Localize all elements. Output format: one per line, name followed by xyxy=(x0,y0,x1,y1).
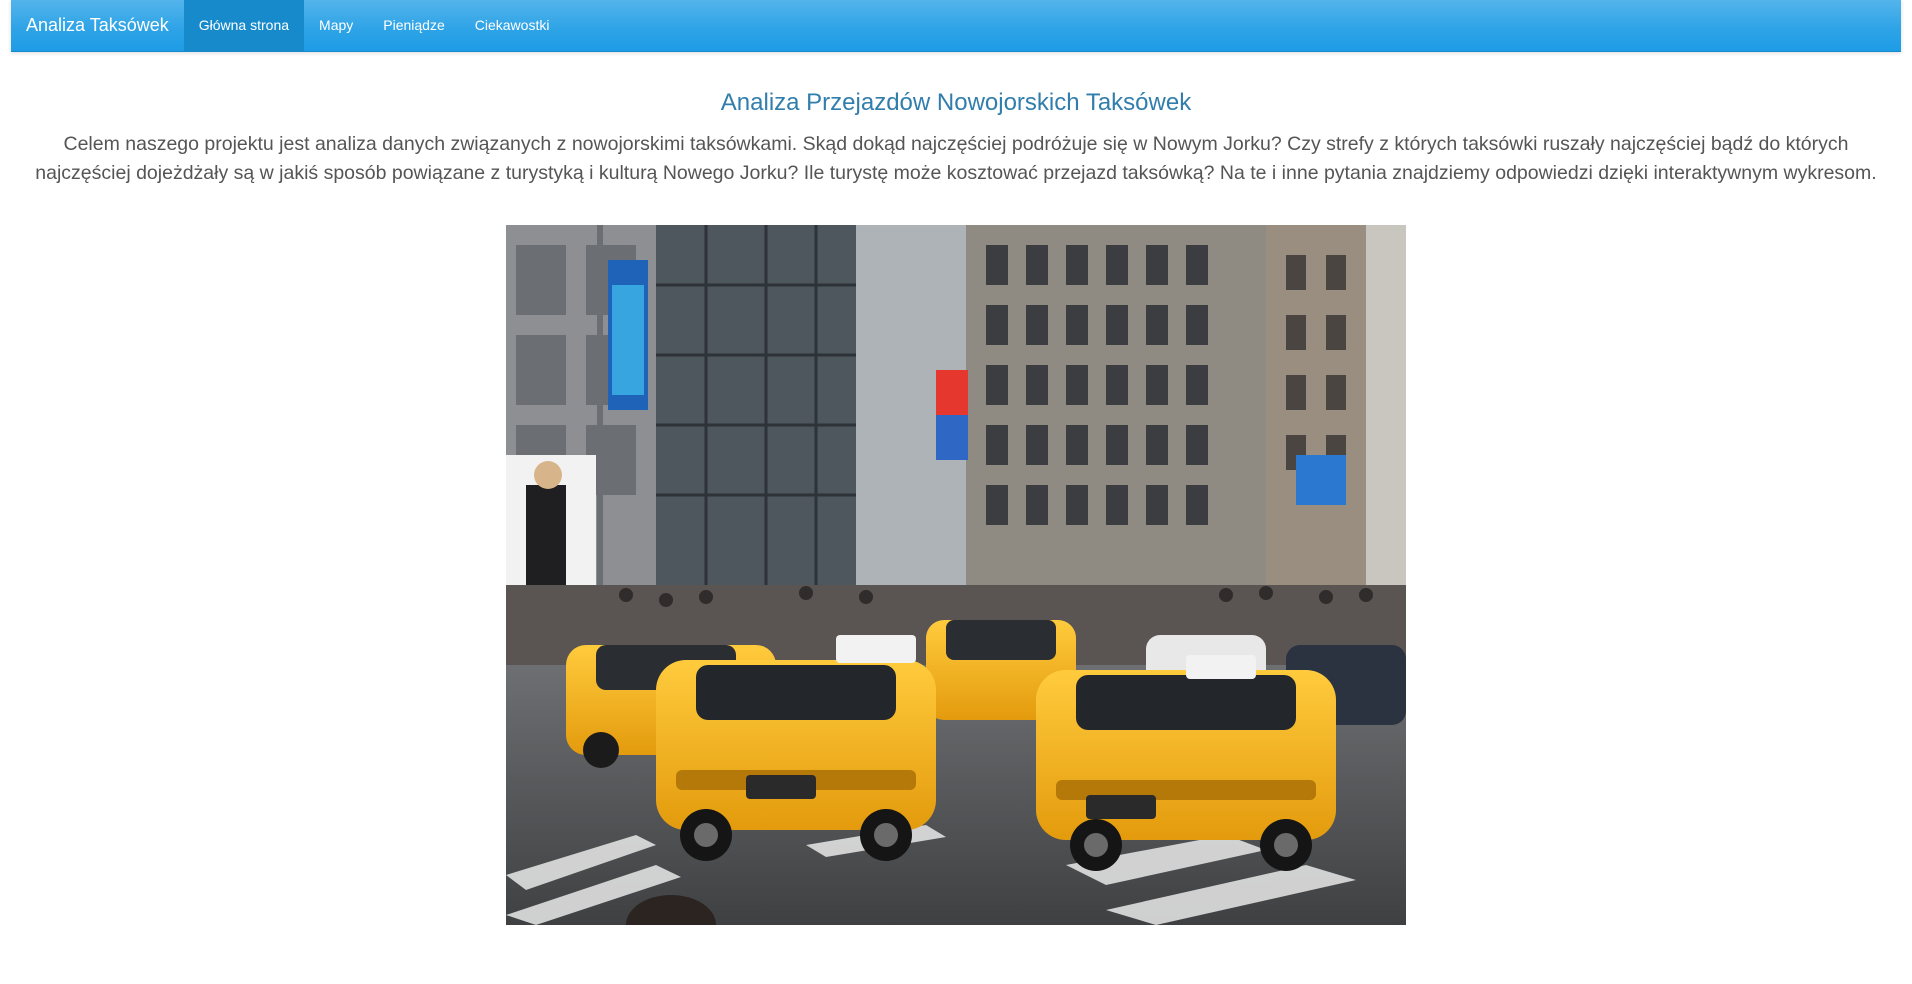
nav-item-maps[interactable]: Mapy xyxy=(304,0,368,51)
nyc-taxis-photo xyxy=(506,225,1406,925)
nav-item-home[interactable]: Główna strona xyxy=(183,0,305,51)
intro-paragraph: Celem naszego projektu jest analiza dany… xyxy=(35,133,1877,184)
page-title: Analiza Przejazdów Nowojorskich Taksówek xyxy=(720,89,1192,116)
top-navbar: Analiza Taksówek Główna strona Mapy Pien… xyxy=(11,0,1901,52)
main-nav: Główna strona Mapy Pieniądze Ciekawostki xyxy=(183,0,565,51)
nav-item-money[interactable]: Pieniądze xyxy=(368,0,460,51)
brand-link[interactable]: Analiza Taksówek xyxy=(11,0,184,51)
nav-item-trivia[interactable]: Ciekawostki xyxy=(460,0,565,51)
